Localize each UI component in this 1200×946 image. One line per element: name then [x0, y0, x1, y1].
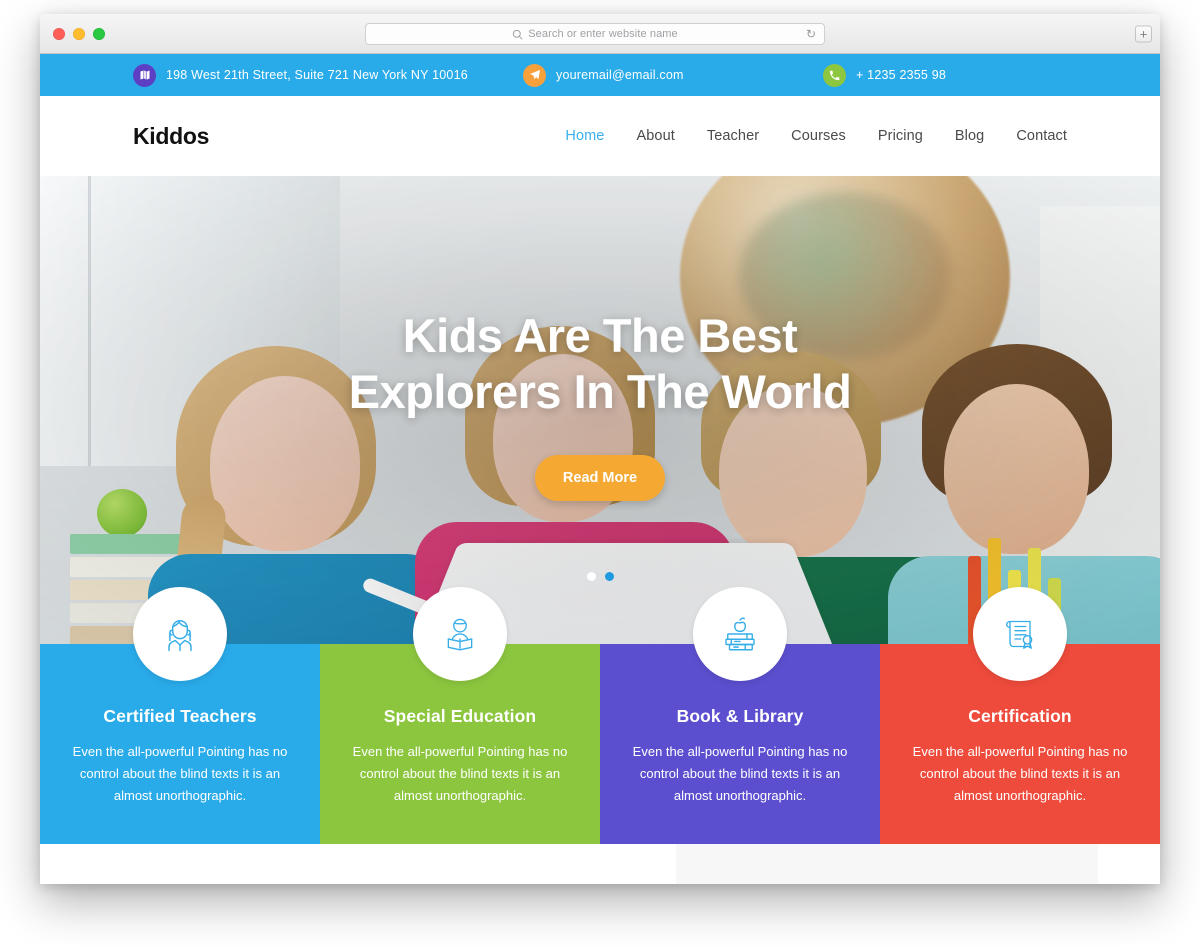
read-more-button[interactable]: Read More [534, 454, 666, 501]
feature-card-book-library[interactable]: Book & Library Even the all-powerful Poi… [600, 587, 880, 844]
search-input[interactable]: Search or enter website name [528, 28, 678, 40]
hero-title: Kids Are The Best Explorers In The World [40, 308, 1160, 421]
top-contact-bar: 198 West 21th Street, Suite 721 New York… [40, 54, 1160, 96]
slider-dots [40, 572, 1160, 581]
paper-plane-icon [523, 63, 546, 87]
phone-text: + 1235 2355 98 [856, 68, 947, 82]
welcome-section: Welcome to Kiddos [676, 844, 1160, 884]
nav-item-contact[interactable]: Contact [1016, 128, 1067, 144]
site-logo[interactable]: Kiddos [133, 123, 209, 150]
address-bar[interactable]: Search or enter website name ↻ [365, 23, 825, 45]
books-apple-icon [693, 587, 787, 681]
address-text: 198 West 21th Street, Suite 721 New York… [166, 68, 468, 82]
feature-title: Certified Teachers [103, 706, 257, 726]
contact-phone[interactable]: + 1235 2355 98 [823, 63, 1083, 87]
feature-card-special-education[interactable]: Special Education Even the all-powerful … [320, 587, 600, 844]
reload-icon[interactable]: ↻ [806, 28, 816, 40]
feature-title: Certification [968, 706, 1072, 726]
feature-title: Book & Library [676, 706, 804, 726]
slider-dot-1[interactable] [586, 572, 596, 581]
nav-links: Home About Teacher Courses Pricing Blog … [565, 128, 1067, 144]
main-navigation: Kiddos Home About Teacher Courses Pricin… [40, 96, 1160, 176]
email-text: youremail@email.com [556, 68, 684, 82]
below-fold-section: What We Offer Welcome to Kiddos [40, 844, 1160, 884]
hero-slider: Kids Are The Best Explorers In The World… [40, 176, 1160, 644]
slider-dot-2[interactable] [604, 572, 614, 581]
contact-email[interactable]: youremail@email.com [523, 63, 823, 87]
feature-card-certified-teachers[interactable]: Certified Teachers Even the all-powerful… [40, 587, 320, 844]
student-reading-icon [413, 587, 507, 681]
teacher-icon [133, 587, 227, 681]
hero-title-line2: Explorers In The World [348, 365, 852, 419]
certificate-icon [973, 587, 1067, 681]
nav-item-home[interactable]: Home [565, 128, 604, 144]
screen: Search or enter website name ↻ + 198 Wes… [0, 0, 1200, 946]
contact-address[interactable]: 198 West 21th Street, Suite 721 New York… [133, 63, 523, 87]
browser-window: Search or enter website name ↻ + 198 Wes… [40, 14, 1160, 884]
feature-desc: Even the all-powerful Pointing has no co… [912, 744, 1128, 803]
phone-icon [823, 63, 846, 87]
hero-content: Kids Are The Best Explorers In The World… [40, 308, 1160, 501]
nav-item-blog[interactable]: Blog [955, 128, 984, 144]
new-tab-button[interactable]: + [1135, 25, 1152, 42]
feature-desc: Even the all-powerful Pointing has no co… [352, 744, 568, 803]
feature-desc: Even the all-powerful Pointing has no co… [72, 744, 288, 803]
feature-card-certification[interactable]: Certification Even the all-powerful Poin… [880, 587, 1160, 844]
minimize-button[interactable] [73, 27, 85, 40]
search-icon [513, 29, 523, 39]
hero-title-line1: Kids Are The Best [402, 309, 798, 362]
map-icon [133, 63, 156, 87]
feature-cards: Certified Teachers Even the all-powerful… [40, 587, 1160, 844]
feature-title: Special Education [383, 706, 537, 726]
window-controls [40, 27, 105, 40]
close-button[interactable] [53, 27, 65, 40]
nav-item-teacher[interactable]: Teacher [707, 128, 759, 144]
nav-item-about[interactable]: About [636, 128, 674, 144]
browser-chrome: Search or enter website name ↻ + [40, 14, 1160, 54]
what-we-offer-section: What We Offer [40, 844, 676, 884]
maximize-button[interactable] [93, 27, 105, 40]
address-bar-inner: Search or enter website name [512, 28, 678, 40]
feature-desc: Even the all-powerful Pointing has no co… [632, 744, 848, 803]
nav-item-courses[interactable]: Courses [791, 128, 846, 144]
site-viewport: 198 West 21th Street, Suite 721 New York… [40, 54, 1160, 884]
nav-item-pricing[interactable]: Pricing [878, 128, 923, 144]
